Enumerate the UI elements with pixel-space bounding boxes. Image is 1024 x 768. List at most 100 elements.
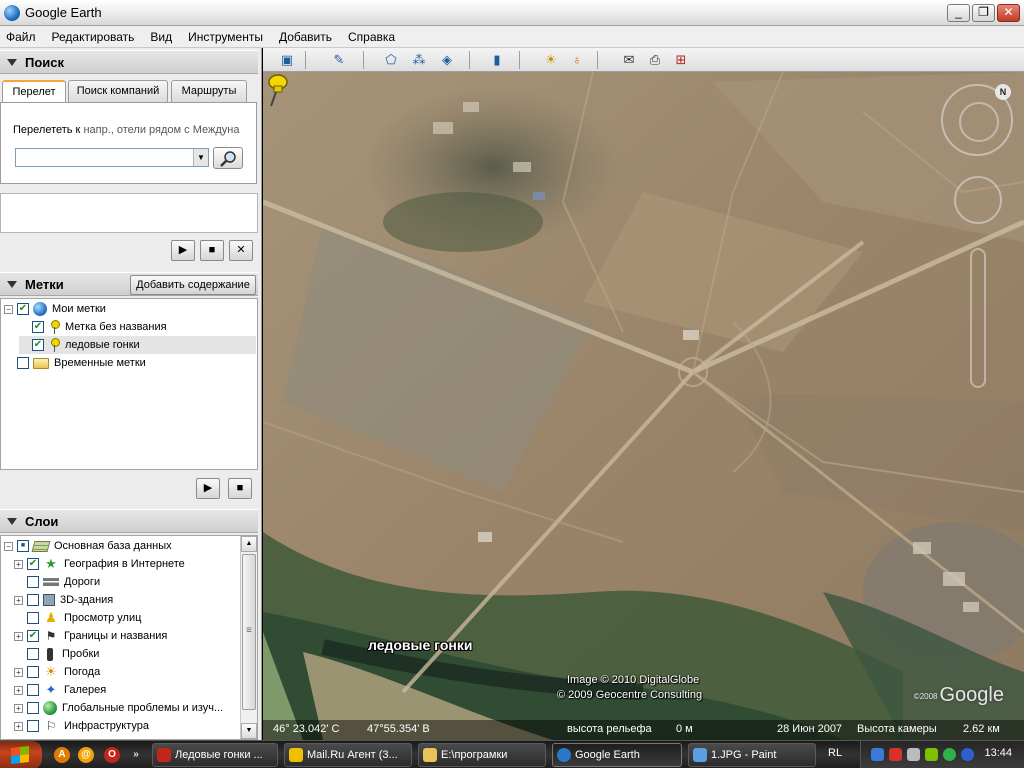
checkbox[interactable]: ✔ bbox=[17, 357, 29, 369]
checkbox[interactable]: ✔ bbox=[17, 303, 29, 315]
language-indicator[interactable]: RL bbox=[828, 747, 842, 759]
stop-tour-button[interactable]: ■ bbox=[228, 478, 252, 499]
antivirus-icon[interactable] bbox=[889, 748, 902, 761]
scroll-thumb[interactable] bbox=[242, 554, 256, 710]
system-clock[interactable]: 13:44 bbox=[984, 747, 1012, 759]
add-content-button[interactable]: Добавить содержание bbox=[130, 275, 256, 295]
layer-row-global-awareness[interactable]: + ✔ Глобальные проблемы и изуч... bbox=[14, 699, 236, 717]
scroll-down-arrow-icon[interactable]: ▼ bbox=[241, 723, 257, 739]
collapse-toggle-icon[interactable]: − bbox=[4, 304, 13, 314]
tree-row-ice-racing[interactable]: ✔ ледовые гонки bbox=[19, 336, 256, 354]
print-icon[interactable]: ⎙ bbox=[645, 51, 665, 69]
checkbox[interactable]: ✔ bbox=[27, 666, 39, 678]
menu-file[interactable]: Файл bbox=[0, 30, 44, 44]
email-icon[interactable]: ✉ bbox=[619, 51, 639, 69]
expand-toggle-icon[interactable]: + bbox=[14, 631, 23, 641]
quicklaunch-more-chevron-icon[interactable]: » bbox=[128, 747, 144, 763]
tree-row-my-places[interactable]: − ✔ Мои метки bbox=[4, 300, 256, 318]
yellow-pushpin-icon[interactable] bbox=[263, 72, 289, 108]
add-polygon-icon[interactable]: ⬠ bbox=[381, 51, 401, 69]
add-placemark-icon[interactable]: ✎ bbox=[329, 51, 349, 69]
volume-icon[interactable] bbox=[907, 748, 920, 761]
taskbar-item-google-earth[interactable]: Google Earth bbox=[552, 743, 682, 767]
quicklaunch-mail-icon[interactable]: @ bbox=[78, 747, 94, 763]
checkbox[interactable]: ✔ bbox=[27, 594, 39, 606]
checkbox[interactable]: ✔ bbox=[27, 576, 39, 588]
restore-button[interactable]: ❐ bbox=[972, 4, 995, 22]
layer-row-borders-labels[interactable]: + ✔ ⚑ Границы и названия bbox=[14, 627, 236, 645]
checkbox[interactable]: ✔ bbox=[27, 648, 39, 660]
layer-row-primary-database[interactable]: − ■ Основная база данных bbox=[4, 537, 236, 555]
ruler-icon[interactable]: ▮ bbox=[487, 51, 507, 69]
sunlight-icon[interactable]: ☀ bbox=[541, 51, 561, 69]
checkbox[interactable]: ✔ bbox=[32, 321, 44, 333]
scroll-up-arrow-icon[interactable]: ▲ bbox=[241, 536, 257, 552]
taskbar-item-opera[interactable]: Ледовые гонки ... bbox=[152, 743, 278, 767]
clear-results-button[interactable]: ✕ bbox=[229, 240, 253, 261]
tab-directions[interactable]: Маршруты bbox=[171, 80, 247, 102]
sky-planet-icon[interactable]: ♁ bbox=[567, 51, 587, 69]
fly-to-history-dropdown[interactable]: ▼ bbox=[193, 149, 208, 166]
add-path-icon[interactable]: ⁂ bbox=[409, 51, 429, 69]
checkbox[interactable]: ■ bbox=[17, 540, 29, 552]
layer-row-3d-buildings[interactable]: + ✔ 3D-здания bbox=[14, 591, 236, 609]
north-indicator-icon[interactable]: N bbox=[995, 84, 1011, 100]
layer-row-roads[interactable]: ✔ Дороги bbox=[14, 573, 236, 591]
checkbox[interactable]: ✔ bbox=[27, 684, 39, 696]
connection-icon[interactable] bbox=[961, 748, 974, 761]
tab-fly-to[interactable]: Перелет bbox=[2, 80, 66, 103]
layer-row-traffic[interactable]: ✔ Пробки bbox=[14, 645, 236, 663]
zoom-slider[interactable] bbox=[970, 248, 986, 388]
menu-add[interactable]: Добавить bbox=[271, 30, 340, 44]
checkbox[interactable]: ✔ bbox=[27, 720, 39, 732]
play-tour-button[interactable]: ▶ bbox=[196, 478, 220, 499]
layer-row-street-view[interactable]: ✔ ♟ Просмотр улиц bbox=[14, 609, 236, 627]
search-panel-header[interactable]: Поиск bbox=[0, 50, 258, 74]
menu-edit[interactable]: Редактировать bbox=[44, 30, 143, 44]
icq-icon[interactable] bbox=[943, 748, 956, 761]
add-image-overlay-icon[interactable]: ◈ bbox=[437, 51, 457, 69]
checkbox[interactable]: ✔ bbox=[27, 702, 39, 714]
collapse-toggle-icon[interactable]: − bbox=[4, 541, 13, 551]
layers-panel-header[interactable]: Слои bbox=[0, 509, 258, 533]
search-results-list[interactable] bbox=[0, 193, 258, 233]
checkbox[interactable]: ✔ bbox=[27, 612, 39, 624]
expand-toggle-icon[interactable]: + bbox=[14, 721, 23, 731]
quicklaunch-opera-icon[interactable]: O bbox=[104, 747, 120, 763]
menu-tools[interactable]: Инструменты bbox=[180, 30, 271, 44]
search-button[interactable] bbox=[213, 147, 243, 169]
network-icon[interactable] bbox=[871, 748, 884, 761]
checkbox[interactable]: ✔ bbox=[27, 630, 39, 642]
taskbar-item-paint[interactable]: 1.JPG - Paint bbox=[688, 743, 816, 767]
placemark-label[interactable]: ледовые гонки bbox=[368, 637, 472, 653]
quicklaunch-app-icon[interactable]: A bbox=[54, 747, 70, 763]
expand-toggle-icon[interactable]: + bbox=[14, 703, 23, 713]
mail-agent-tray-icon[interactable] bbox=[925, 748, 938, 761]
taskbar-item-mail-agent[interactable]: Mail.Ru Агент (3... bbox=[284, 743, 412, 767]
expand-toggle-icon[interactable]: + bbox=[14, 595, 23, 605]
expand-toggle-icon[interactable]: + bbox=[14, 559, 23, 569]
checkbox[interactable]: ✔ bbox=[32, 339, 44, 351]
tree-row-untitled-placemark[interactable]: ✔ Метка без названия bbox=[19, 318, 256, 336]
start-button[interactable] bbox=[0, 741, 42, 768]
layer-row-gallery[interactable]: + ✔ ✦ Галерея bbox=[14, 681, 236, 699]
view-in-maps-icon[interactable]: ⊞ bbox=[671, 51, 691, 69]
menu-view[interactable]: Вид bbox=[142, 30, 180, 44]
places-panel-header[interactable]: Метки Добавить содержание bbox=[0, 272, 258, 296]
play-tour-button[interactable]: ▶ bbox=[171, 240, 195, 261]
expand-toggle-icon[interactable]: + bbox=[14, 685, 23, 695]
layer-row-infrastructure[interactable]: + ✔ ⚐ Инфраструктура bbox=[14, 717, 236, 735]
taskbar-item-explorer-folder[interactable]: E:\програмки bbox=[418, 743, 546, 767]
fly-to-input[interactable] bbox=[15, 148, 209, 167]
toggle-sidebar-icon[interactable]: ▣ bbox=[277, 51, 297, 69]
menu-help[interactable]: Справка bbox=[340, 30, 403, 44]
layer-row-geographic-web[interactable]: + ✔ ★ География в Интернете bbox=[14, 555, 236, 573]
look-joystick[interactable] bbox=[954, 176, 1002, 224]
layers-scrollbar[interactable]: ▲ ▼ bbox=[240, 536, 257, 739]
minimize-button[interactable]: _ bbox=[947, 4, 970, 22]
layer-row-weather[interactable]: + ✔ ☀ Погода bbox=[14, 663, 236, 681]
close-button[interactable]: ✕ bbox=[997, 4, 1020, 22]
map-view[interactable]: N ледовые гонки Image © 2010 DigitalGlob… bbox=[263, 72, 1024, 740]
checkbox[interactable]: ✔ bbox=[27, 558, 39, 570]
stop-tour-button[interactable]: ■ bbox=[200, 240, 224, 261]
